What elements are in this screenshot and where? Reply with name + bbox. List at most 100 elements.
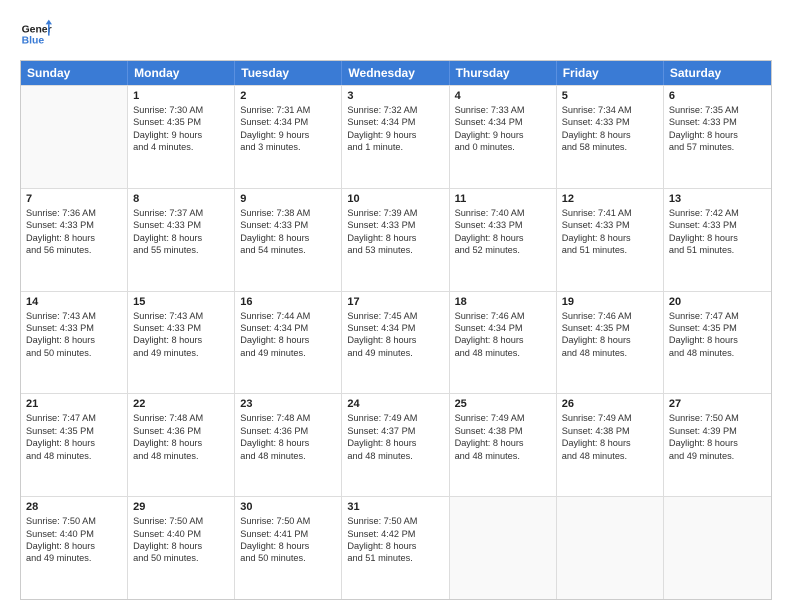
table-row — [664, 497, 771, 599]
list-item: Daylight: 8 hours — [347, 232, 443, 244]
day-number: 8 — [133, 193, 229, 205]
table-row: 16Sunrise: 7:44 AMSunset: 4:34 PMDayligh… — [235, 292, 342, 394]
list-item: Daylight: 8 hours — [347, 334, 443, 346]
list-item: Sunset: 4:35 PM — [669, 322, 766, 334]
list-item: Daylight: 8 hours — [26, 540, 122, 552]
logo-icon: General Blue — [20, 18, 52, 50]
list-item: and 52 minutes. — [455, 244, 551, 256]
list-item: Daylight: 8 hours — [240, 334, 336, 346]
list-item: Sunrise: 7:46 AM — [562, 310, 658, 322]
list-item: Daylight: 8 hours — [562, 129, 658, 141]
list-item: Daylight: 8 hours — [669, 129, 766, 141]
calendar: SundayMondayTuesdayWednesdayThursdayFrid… — [20, 60, 772, 600]
list-item: Sunset: 4:33 PM — [26, 322, 122, 334]
list-item: Sunset: 4:34 PM — [347, 116, 443, 128]
list-item: Sunset: 4:41 PM — [240, 528, 336, 540]
list-item: and 49 minutes. — [26, 552, 122, 564]
day-number: 1 — [133, 90, 229, 102]
list-item: Daylight: 8 hours — [347, 437, 443, 449]
list-item: Sunset: 4:34 PM — [240, 116, 336, 128]
list-item: and 4 minutes. — [133, 141, 229, 153]
table-row — [21, 86, 128, 188]
day-number: 16 — [240, 296, 336, 308]
list-item: Sunrise: 7:33 AM — [455, 104, 551, 116]
list-item: and 48 minutes. — [562, 347, 658, 359]
list-item: Sunrise: 7:47 AM — [26, 412, 122, 424]
list-item: Sunset: 4:37 PM — [347, 425, 443, 437]
list-item: and 48 minutes. — [669, 347, 766, 359]
list-item: and 49 minutes. — [669, 450, 766, 462]
table-row: 12Sunrise: 7:41 AMSunset: 4:33 PMDayligh… — [557, 189, 664, 291]
table-row: 13Sunrise: 7:42 AMSunset: 4:33 PMDayligh… — [664, 189, 771, 291]
list-item: Sunrise: 7:31 AM — [240, 104, 336, 116]
day-number: 31 — [347, 501, 443, 513]
table-row: 11Sunrise: 7:40 AMSunset: 4:33 PMDayligh… — [450, 189, 557, 291]
list-item: Sunset: 4:38 PM — [455, 425, 551, 437]
list-item: Sunrise: 7:50 AM — [26, 515, 122, 527]
list-item: Sunrise: 7:30 AM — [133, 104, 229, 116]
list-item: Sunset: 4:35 PM — [133, 116, 229, 128]
table-row: 30Sunrise: 7:50 AMSunset: 4:41 PMDayligh… — [235, 497, 342, 599]
list-item: Sunrise: 7:44 AM — [240, 310, 336, 322]
day-number: 21 — [26, 398, 122, 410]
table-row: 29Sunrise: 7:50 AMSunset: 4:40 PMDayligh… — [128, 497, 235, 599]
day-number: 7 — [26, 193, 122, 205]
day-number: 22 — [133, 398, 229, 410]
list-item: Daylight: 9 hours — [347, 129, 443, 141]
list-item: Sunset: 4:33 PM — [240, 219, 336, 231]
list-item: and 50 minutes. — [240, 552, 336, 564]
table-row: 23Sunrise: 7:48 AMSunset: 4:36 PMDayligh… — [235, 394, 342, 496]
list-item: Sunrise: 7:43 AM — [133, 310, 229, 322]
table-row: 27Sunrise: 7:50 AMSunset: 4:39 PMDayligh… — [664, 394, 771, 496]
list-item: Sunrise: 7:43 AM — [26, 310, 122, 322]
list-item: Daylight: 8 hours — [240, 540, 336, 552]
day-number: 28 — [26, 501, 122, 513]
header-cell-friday: Friday — [557, 61, 664, 85]
list-item: and 50 minutes. — [133, 552, 229, 564]
day-number: 25 — [455, 398, 551, 410]
list-item: Sunrise: 7:42 AM — [669, 207, 766, 219]
list-item: Sunset: 4:33 PM — [669, 116, 766, 128]
list-item: and 0 minutes. — [455, 141, 551, 153]
list-item: Sunset: 4:33 PM — [26, 219, 122, 231]
list-item: and 50 minutes. — [26, 347, 122, 359]
table-row: 8Sunrise: 7:37 AMSunset: 4:33 PMDaylight… — [128, 189, 235, 291]
header-cell-thursday: Thursday — [450, 61, 557, 85]
header-cell-saturday: Saturday — [664, 61, 771, 85]
table-row: 21Sunrise: 7:47 AMSunset: 4:35 PMDayligh… — [21, 394, 128, 496]
table-row: 15Sunrise: 7:43 AMSunset: 4:33 PMDayligh… — [128, 292, 235, 394]
calendar-row-5: 28Sunrise: 7:50 AMSunset: 4:40 PMDayligh… — [21, 496, 771, 599]
list-item: Daylight: 8 hours — [669, 437, 766, 449]
list-item: and 51 minutes. — [347, 552, 443, 564]
list-item: Daylight: 8 hours — [455, 334, 551, 346]
list-item: Daylight: 8 hours — [455, 232, 551, 244]
list-item: Sunrise: 7:41 AM — [562, 207, 658, 219]
table-row: 31Sunrise: 7:50 AMSunset: 4:42 PMDayligh… — [342, 497, 449, 599]
list-item: Sunset: 4:39 PM — [669, 425, 766, 437]
table-row — [450, 497, 557, 599]
svg-text:General: General — [22, 24, 52, 35]
list-item: Sunrise: 7:48 AM — [133, 412, 229, 424]
day-number: 12 — [562, 193, 658, 205]
day-number: 2 — [240, 90, 336, 102]
day-number: 11 — [455, 193, 551, 205]
list-item: Daylight: 8 hours — [26, 437, 122, 449]
list-item: Sunrise: 7:49 AM — [562, 412, 658, 424]
table-row: 22Sunrise: 7:48 AMSunset: 4:36 PMDayligh… — [128, 394, 235, 496]
list-item: Daylight: 8 hours — [26, 334, 122, 346]
list-item: Sunrise: 7:38 AM — [240, 207, 336, 219]
list-item: Sunrise: 7:50 AM — [133, 515, 229, 527]
svg-text:Blue: Blue — [22, 36, 45, 47]
list-item: and 48 minutes. — [347, 450, 443, 462]
list-item: and 3 minutes. — [240, 141, 336, 153]
day-number: 19 — [562, 296, 658, 308]
list-item: Daylight: 9 hours — [455, 129, 551, 141]
list-item: Sunset: 4:36 PM — [240, 425, 336, 437]
list-item: Daylight: 8 hours — [240, 437, 336, 449]
day-number: 5 — [562, 90, 658, 102]
list-item: Daylight: 8 hours — [240, 232, 336, 244]
day-number: 15 — [133, 296, 229, 308]
list-item: Sunset: 4:42 PM — [347, 528, 443, 540]
day-number: 13 — [669, 193, 766, 205]
table-row: 26Sunrise: 7:49 AMSunset: 4:38 PMDayligh… — [557, 394, 664, 496]
